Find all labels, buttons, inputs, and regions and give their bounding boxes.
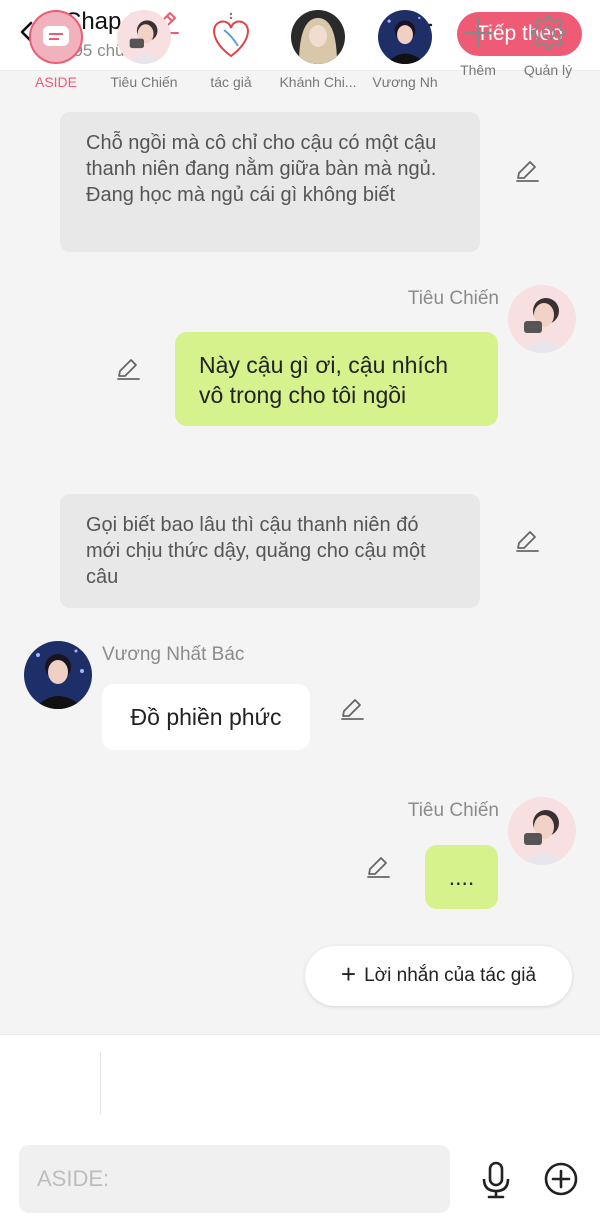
divider — [100, 1052, 101, 1114]
gear-icon — [531, 15, 566, 50]
edit-icon[interactable] — [365, 854, 391, 880]
avatar-tieu-chien[interactable] — [508, 797, 576, 865]
avatar-author — [204, 10, 258, 64]
character-author[interactable]: tác giả — [191, 10, 271, 90]
character-bar — [0, 1034, 600, 1136]
speaker-name: Vương Nhất Bác — [102, 644, 245, 665]
plus-icon: + — [340, 959, 357, 989]
narration-bubble[interactable]: Chỗ ngồi mà cô chỉ cho cậu có một cậu th… — [60, 112, 480, 252]
character-label: tác giả — [210, 74, 252, 90]
message-bubble-left[interactable]: Đồ phiền phức — [102, 684, 310, 750]
speaker-name: Tiêu Chiến — [407, 800, 499, 821]
add-character-button[interactable]: Thêm — [438, 10, 518, 78]
avatar-photo-icon — [24, 641, 92, 709]
message-bubble-right[interactable]: .... — [425, 845, 498, 909]
avatar-vuong-nhat-bac — [378, 10, 432, 64]
message-input[interactable] — [19, 1145, 450, 1213]
avatar-tieu-chien — [117, 10, 171, 64]
microphone-icon[interactable] — [479, 1161, 513, 1199]
character-label: Quản lý — [523, 62, 573, 78]
speaker-name: Tiêu Chiến — [407, 288, 499, 309]
avatar-tieu-chien[interactable] — [508, 285, 576, 353]
narration-bubble[interactable]: Gọi biết bao lâu thì cậu thanh niên đó m… — [60, 494, 480, 608]
aside-icon — [29, 10, 83, 64]
character-label: Thêm — [460, 62, 496, 78]
avatar-khanh-chi — [291, 10, 345, 64]
add-circle-icon[interactable] — [544, 1162, 578, 1196]
edit-icon[interactable] — [115, 356, 141, 382]
edit-icon[interactable] — [514, 158, 540, 184]
character-label: Khánh Chi... — [279, 74, 357, 90]
edit-icon[interactable] — [339, 696, 365, 722]
author-note-label: Lời nhắn của tác giả — [364, 965, 537, 986]
character-label: Tiêu Chiến — [110, 74, 178, 90]
manage-characters-button[interactable]: Quản lý — [508, 10, 588, 78]
character-label: ASIDE — [34, 74, 77, 90]
composer — [0, 1135, 600, 1217]
avatar-photo-icon — [508, 797, 576, 865]
character-khanh-chi[interactable]: Khánh Chi... — [278, 10, 358, 90]
character-tieu-chien[interactable]: Tiêu Chiến — [104, 10, 184, 90]
plus-icon — [463, 18, 493, 48]
edit-icon[interactable] — [514, 528, 540, 554]
message-bubble-right[interactable]: Này cậu gì ơi, cậu nhích vô trong cho tô… — [175, 332, 498, 426]
character-aside[interactable]: ASIDE — [16, 10, 96, 90]
avatar-vuong-nhat-bac[interactable] — [24, 641, 92, 709]
avatar-photo-icon — [508, 285, 576, 353]
character-vuong-nhat-bac[interactable]: Vương Nh — [365, 10, 445, 90]
character-label: Vương Nh — [372, 74, 438, 90]
author-note-button[interactable]: + Lời nhắn của tác giả — [305, 946, 572, 1006]
